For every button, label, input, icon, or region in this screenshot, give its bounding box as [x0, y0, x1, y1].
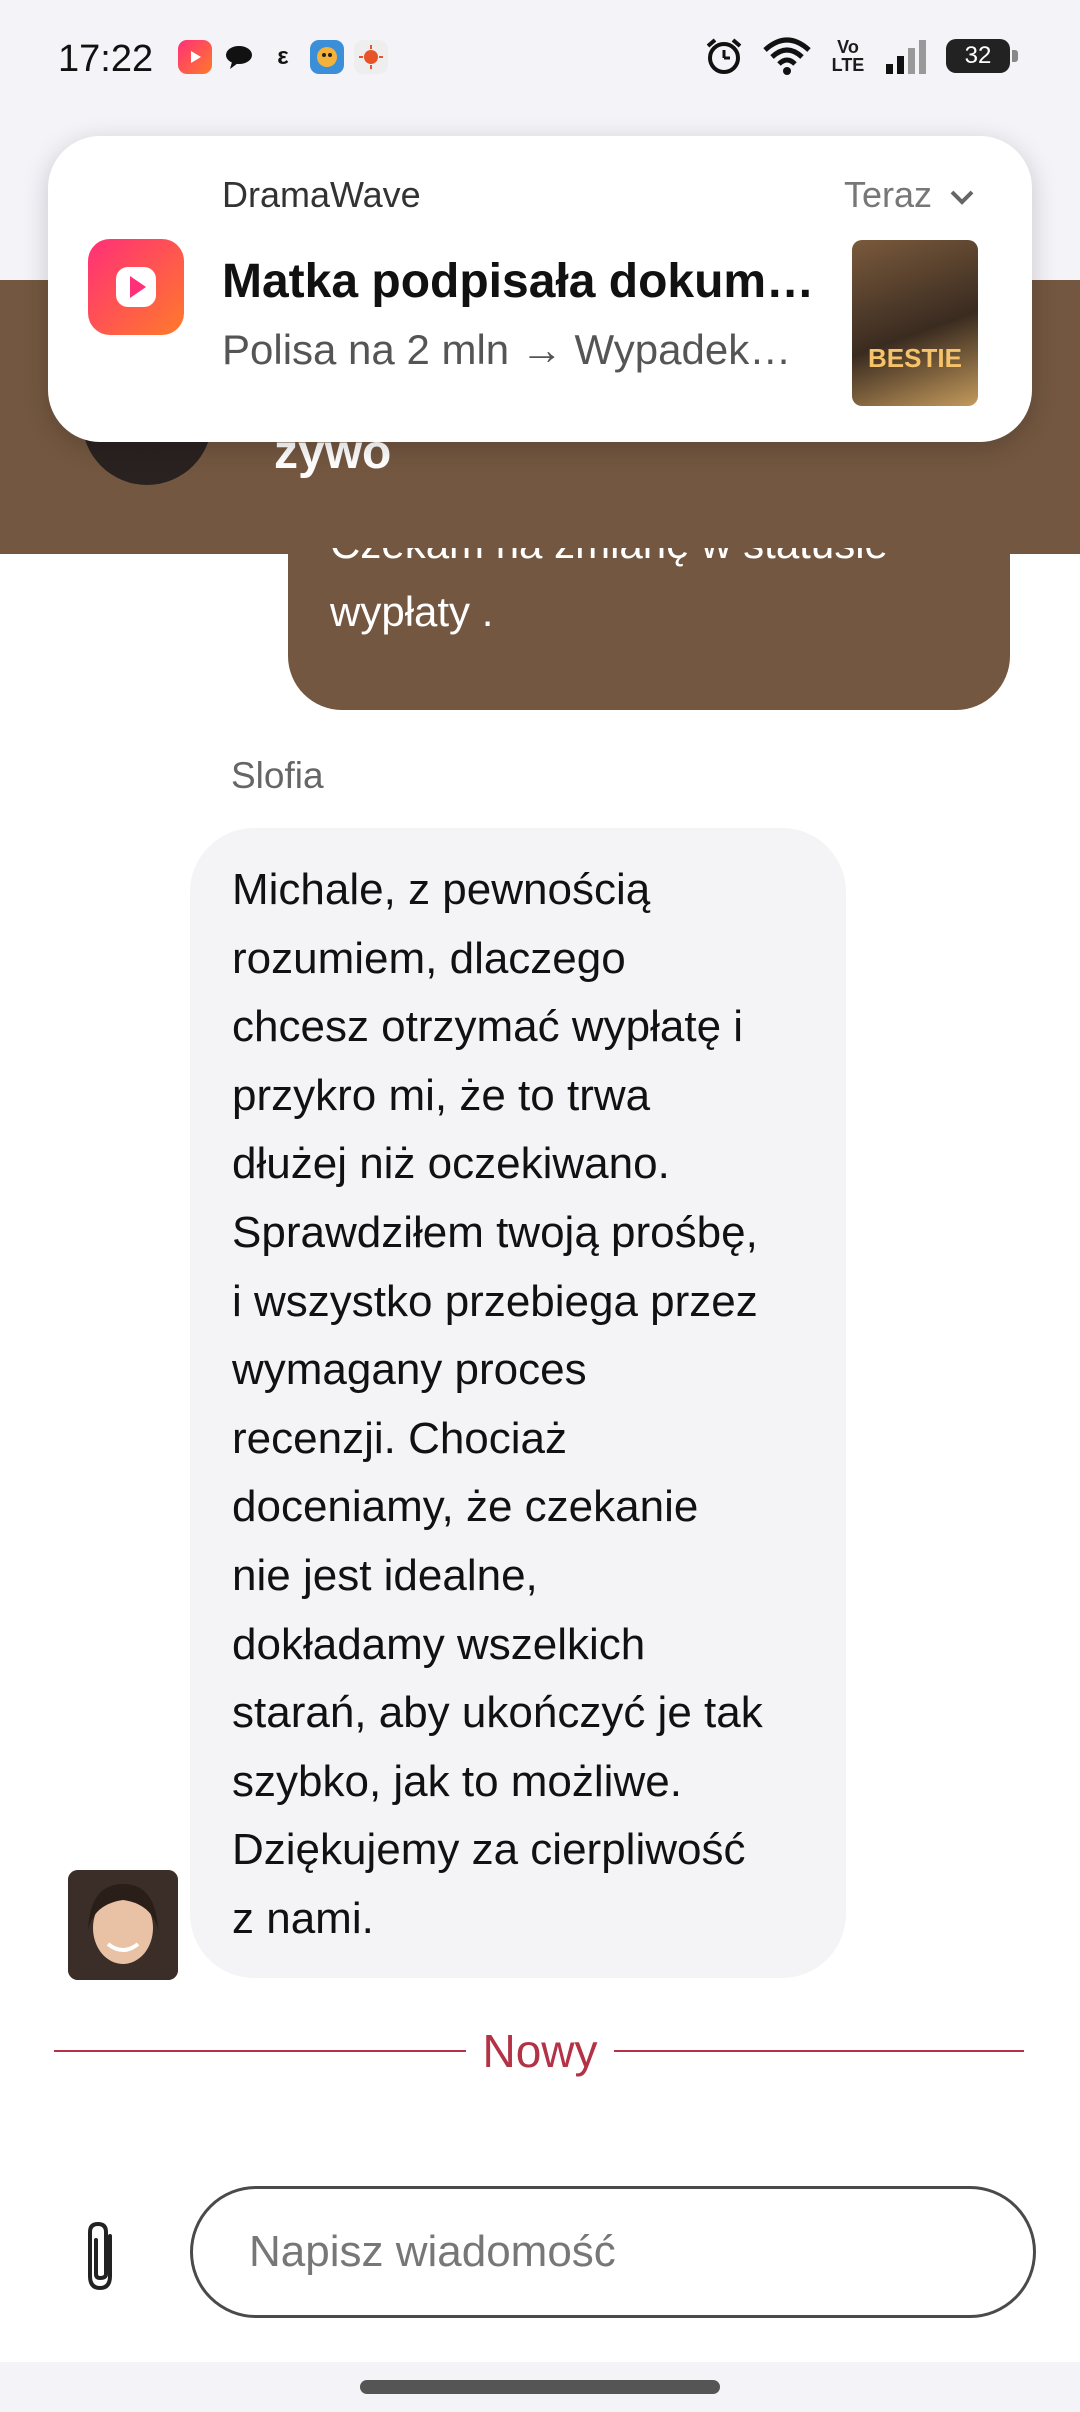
status-left-icons: ε [178, 40, 388, 74]
alarm-icon [706, 38, 742, 74]
incoming-message-text: Michale, z pewnością rozumiem, dlaczego … [232, 865, 763, 1943]
new-messages-label: Nowy [482, 2025, 598, 2077]
notification-app-name: DramaWave [222, 174, 421, 215]
heads-up-notification[interactable]: DramaWave Teraz Matka podpisała dokum… P… [48, 136, 1032, 442]
dramawave-icon [178, 40, 212, 74]
incoming-message-bubble[interactable]: Michale, z pewnością rozumiem, dlaczego … [190, 828, 846, 1978]
signal-icon [886, 40, 926, 74]
notification-time[interactable]: Teraz [844, 174, 976, 216]
message-input[interactable] [190, 2186, 1036, 2318]
outgoing-message-text: Czekam na zmianę w statusie wypłaty . [330, 548, 888, 635]
sun-icon [354, 40, 388, 74]
agent-avatar[interactable] [68, 1870, 178, 1980]
notification-text: Polisa na 2 mln → Wypadek… [222, 326, 792, 373]
battery-level: 32 [964, 42, 992, 69]
status-bar: 17:22 ε Vo LTE 32 [0, 0, 1080, 125]
thumbnail-title: BESTIE [868, 343, 962, 373]
new-divider-line-right [614, 2050, 1024, 2052]
status-right-icons: Vo LTE 32 [704, 36, 1018, 76]
wifi-icon [763, 37, 811, 75]
paperclip-icon [88, 2221, 112, 2291]
outgoing-message-bubble[interactable]: Czekam na zmianę w statusie wypłaty . [288, 548, 1010, 710]
notification-thumbnail: BESTIE [852, 240, 978, 406]
dramawave-app-icon [88, 239, 184, 335]
notification-title: Matka podpisała dokum… [222, 255, 815, 308]
notification-time-label: Teraz [843, 174, 932, 215]
chevron-down-icon [950, 190, 974, 205]
sender-name: Slofia [231, 755, 324, 796]
battery-icon: 32 [946, 39, 1018, 73]
attach-button[interactable] [70, 2218, 134, 2298]
new-divider-line-left [54, 2050, 466, 2052]
volte-icon: Vo LTE [831, 37, 865, 75]
e-icon: ε [277, 43, 289, 70]
status-time: 17:22 [58, 38, 154, 80]
home-gesture-pill[interactable] [360, 2380, 720, 2394]
game-icon [310, 40, 344, 74]
chat-bubble-icon [222, 40, 256, 74]
